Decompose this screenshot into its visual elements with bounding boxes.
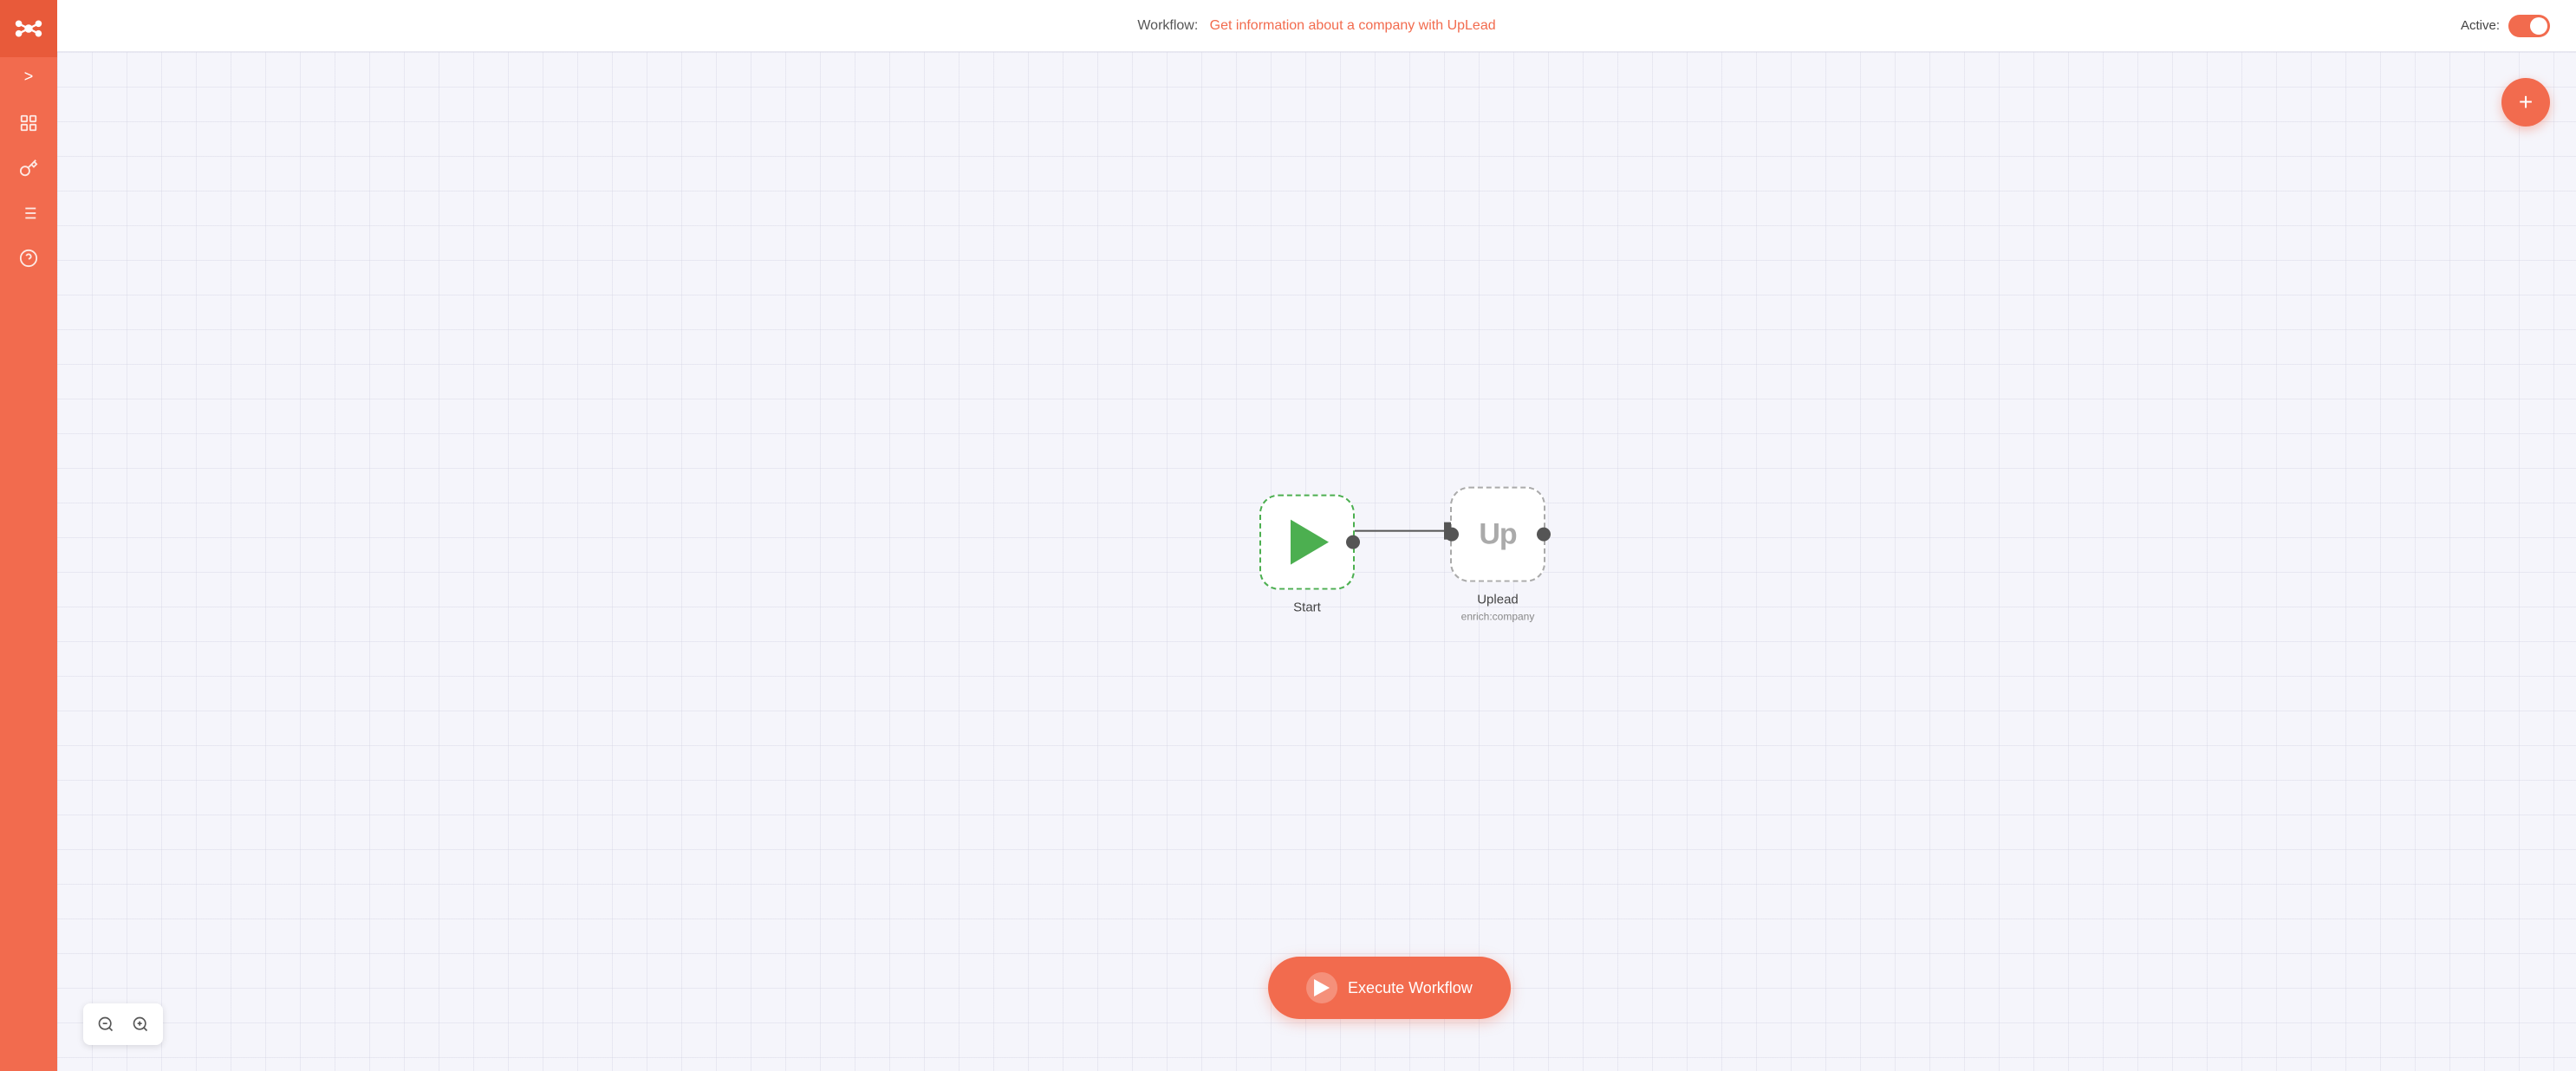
uplead-node-sublabel: enrich:company xyxy=(1461,611,1535,623)
workflow-nodes: Start Up Uplead enrich:company xyxy=(1259,487,1545,623)
execute-btn-icon-circle xyxy=(1306,972,1337,1003)
active-label: Active: xyxy=(2461,18,2500,33)
active-toggle[interactable] xyxy=(2508,15,2550,37)
connector-line xyxy=(1355,529,1450,531)
uplead-port-right[interactable] xyxy=(1537,528,1551,542)
sidebar-item-credentials[interactable] xyxy=(10,149,48,187)
play-icon xyxy=(1291,520,1329,565)
start-port-right[interactable] xyxy=(1346,536,1360,549)
add-node-button[interactable]: + xyxy=(2501,78,2550,127)
connector-block xyxy=(1444,522,1451,539)
header-title: Workflow: Get information about a compan… xyxy=(1137,18,1495,34)
start-node[interactable] xyxy=(1259,495,1355,590)
header-active-section: Active: xyxy=(2461,15,2550,37)
sidebar-item-executions[interactable] xyxy=(10,194,48,232)
workflow-prefix: Workflow: xyxy=(1137,18,1198,33)
start-node-label: Start xyxy=(1293,600,1321,615)
execute-btn-label: Execute Workflow xyxy=(1348,979,1473,997)
connector xyxy=(1355,529,1450,531)
workflow-canvas: + Start Up Uplead enrich:company xyxy=(57,52,2576,1071)
sidebar-nav xyxy=(10,104,48,1071)
zoom-out-button[interactable] xyxy=(90,1009,121,1040)
zoom-controls xyxy=(83,1003,163,1045)
uplead-logo-text: Up xyxy=(1479,517,1516,551)
sidebar: > xyxy=(0,0,57,1071)
app-logo[interactable] xyxy=(0,0,57,57)
uplead-node[interactable]: Up xyxy=(1450,487,1545,582)
header: Workflow: Get information about a compan… xyxy=(57,0,2576,52)
execute-btn-play-icon xyxy=(1314,979,1330,996)
sidebar-item-help[interactable] xyxy=(10,239,48,277)
start-node-wrapper: Start xyxy=(1259,495,1355,615)
uplead-node-label: Uplead xyxy=(1477,593,1519,607)
zoom-in-button[interactable] xyxy=(125,1009,156,1040)
execute-workflow-button[interactable]: Execute Workflow xyxy=(1268,957,1511,1019)
uplead-node-wrapper: Up Uplead enrich:company xyxy=(1450,487,1545,623)
sidebar-item-workflows[interactable] xyxy=(10,104,48,142)
sidebar-toggle[interactable]: > xyxy=(0,57,57,95)
workflow-title-link[interactable]: Get information about a company with UpL… xyxy=(1210,18,1496,33)
